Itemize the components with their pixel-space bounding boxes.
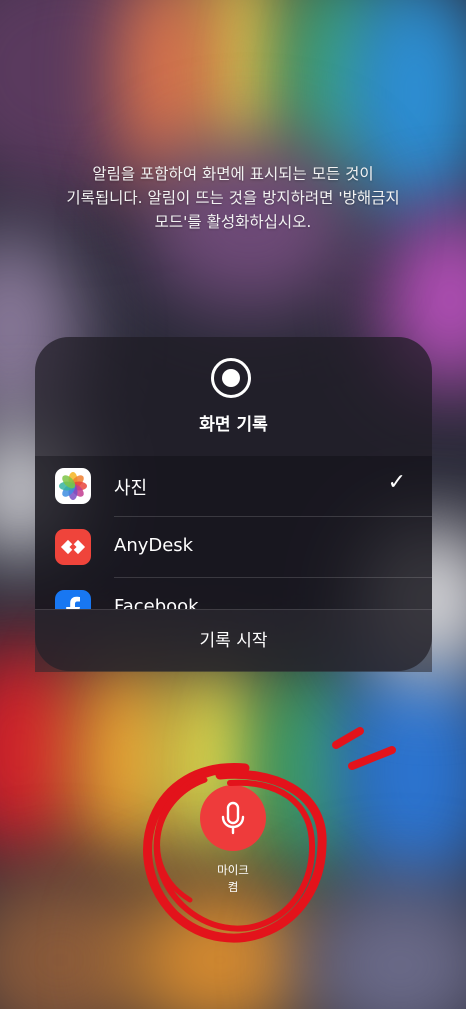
- microphone-toggle-button[interactable]: [200, 785, 266, 851]
- facebook-icon: [55, 590, 91, 609]
- microphone-label: 마이크 켬: [183, 862, 283, 896]
- app-label-facebook: Facebook: [114, 596, 199, 609]
- anydesk-icon: [55, 529, 91, 565]
- microphone-label-line-1: 마이크: [217, 863, 249, 877]
- notice-line-3: 모드'를 활성화하십시오.: [154, 213, 312, 231]
- recording-notice: 알림을 포함하여 화면에 표시되는 모든 것이 기록됩니다. 알림이 뜨는 것을…: [30, 162, 436, 234]
- app-row-facebook[interactable]: Facebook: [35, 578, 432, 609]
- app-row-anydesk[interactable]: AnyDesk: [35, 517, 432, 578]
- screen-record-icon: [211, 358, 251, 398]
- panel-title: 화면 기록: [199, 415, 268, 435]
- microphone-label-line-2: 켬: [227, 880, 239, 894]
- notice-line-1: 알림을 포함하여 화면에 표시되는 모든 것이: [92, 165, 374, 183]
- notice-line-2: 기록됩니다. 알림이 뜨는 것을 방지하려면 '방해금지: [66, 189, 400, 207]
- start-recording-button[interactable]: 기록 시작: [35, 609, 432, 672]
- app-label-photos: 사진: [114, 478, 148, 499]
- app-label-anydesk: AnyDesk: [114, 535, 194, 556]
- photos-icon: [55, 468, 91, 504]
- checkmark-icon: ✓: [387, 470, 406, 495]
- app-row-photos[interactable]: 사진 ✓: [35, 456, 432, 517]
- app-list[interactable]: 사진 ✓ AnyDesk Facebook: [35, 456, 432, 609]
- microphone-icon: [221, 801, 245, 835]
